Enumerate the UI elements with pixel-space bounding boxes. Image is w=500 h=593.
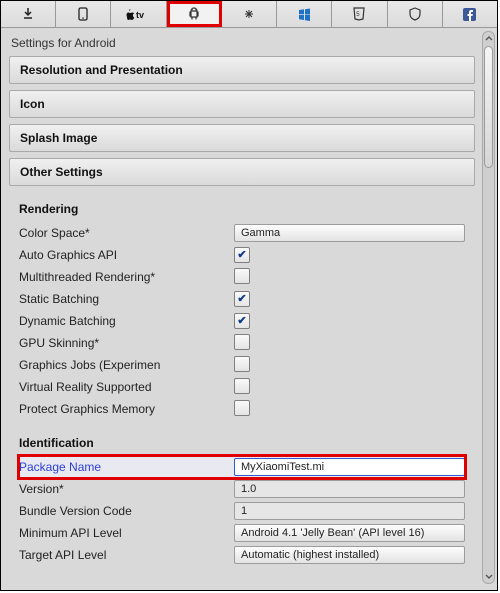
scroll-up-button[interactable] xyxy=(483,32,494,44)
version-input[interactable]: 1.0 xyxy=(234,480,465,498)
page-title: Settings for Android xyxy=(11,36,473,50)
tab-standalone[interactable] xyxy=(1,1,56,27)
package-name-label: Package Name xyxy=(19,460,234,474)
android-icon xyxy=(187,7,201,21)
package-name-input[interactable]: MyXiaomiTest.mi xyxy=(234,458,465,476)
tab-facebook[interactable] xyxy=(443,1,497,27)
target-api-label: Target API Level xyxy=(19,548,234,562)
bundle-code-input[interactable]: 1 xyxy=(234,502,465,520)
dynamic-batch-checkbox[interactable] xyxy=(234,313,250,329)
pinwheel-icon xyxy=(242,7,256,21)
facebook-icon xyxy=(463,8,476,21)
svg-text:tv: tv xyxy=(136,10,144,20)
phone-icon xyxy=(78,7,88,21)
auto-graphics-checkbox[interactable] xyxy=(234,247,250,263)
section-other[interactable]: Other Settings xyxy=(9,158,475,186)
protect-mem-label: Protect Graphics Memory xyxy=(19,402,234,416)
shield-icon xyxy=(409,7,421,21)
target-api-select[interactable]: Automatic (highest installed) xyxy=(234,546,465,564)
section-splash[interactable]: Splash Image xyxy=(9,124,475,152)
tab-apple-tv[interactable]: tv xyxy=(111,1,166,27)
multithreaded-label: Multithreaded Rendering* xyxy=(19,270,234,284)
section-resolution[interactable]: Resolution and Presentation xyxy=(9,56,475,84)
static-batch-label: Static Batching xyxy=(19,292,234,306)
tab-samsung-tv[interactable] xyxy=(388,1,443,27)
section-icon[interactable]: Icon xyxy=(9,90,475,118)
tab-android[interactable] xyxy=(167,1,222,27)
apple-tv-icon: tv xyxy=(124,7,154,21)
tab-ios[interactable] xyxy=(56,1,111,27)
vr-supported-checkbox[interactable] xyxy=(234,378,250,394)
dynamic-batch-label: Dynamic Batching xyxy=(19,314,234,328)
identification-header: Identification xyxy=(19,436,465,450)
color-space-label: Color Space* xyxy=(19,226,234,240)
auto-graphics-label: Auto Graphics API xyxy=(19,248,234,262)
min-api-select[interactable]: Android 4.1 'Jelly Bean' (API level 16) xyxy=(234,524,465,542)
html5-icon: 5 xyxy=(353,7,365,21)
multithreaded-checkbox[interactable] xyxy=(234,268,250,284)
color-space-select[interactable]: Gamma xyxy=(234,224,465,242)
bundle-code-label: Bundle Version Code xyxy=(19,504,234,518)
graphics-jobs-label: Graphics Jobs (Experimen xyxy=(19,358,234,372)
rendering-header: Rendering xyxy=(19,202,465,216)
min-api-label: Minimum API Level xyxy=(19,526,234,540)
gpu-skin-label: GPU Skinning* xyxy=(19,336,234,350)
protect-mem-checkbox[interactable] xyxy=(234,400,250,416)
chevron-up-icon xyxy=(485,35,493,41)
tab-tizen[interactable] xyxy=(222,1,277,27)
gpu-skin-checkbox[interactable] xyxy=(234,334,250,350)
tab-windows-store[interactable] xyxy=(277,1,332,27)
windows-icon xyxy=(298,8,311,21)
tab-webgl[interactable]: 5 xyxy=(332,1,387,27)
package-name-row: Package Name MyXiaomiTest.mi xyxy=(19,456,465,478)
version-label: Version* xyxy=(19,482,234,496)
platform-tabs: tv 5 xyxy=(1,1,497,28)
download-icon xyxy=(22,8,34,20)
svg-text:5: 5 xyxy=(357,12,361,18)
scroll-down-button[interactable] xyxy=(483,571,494,583)
static-batch-checkbox[interactable] xyxy=(234,291,250,307)
graphics-jobs-checkbox[interactable] xyxy=(234,356,250,372)
chevron-down-icon xyxy=(485,574,493,580)
scroll-thumb[interactable] xyxy=(484,46,493,168)
scrollbar[interactable] xyxy=(482,31,495,584)
player-settings-panel: tv 5 Settings for Android Resolution and… xyxy=(0,0,498,591)
vr-supported-label: Virtual Reality Supported xyxy=(19,380,234,394)
